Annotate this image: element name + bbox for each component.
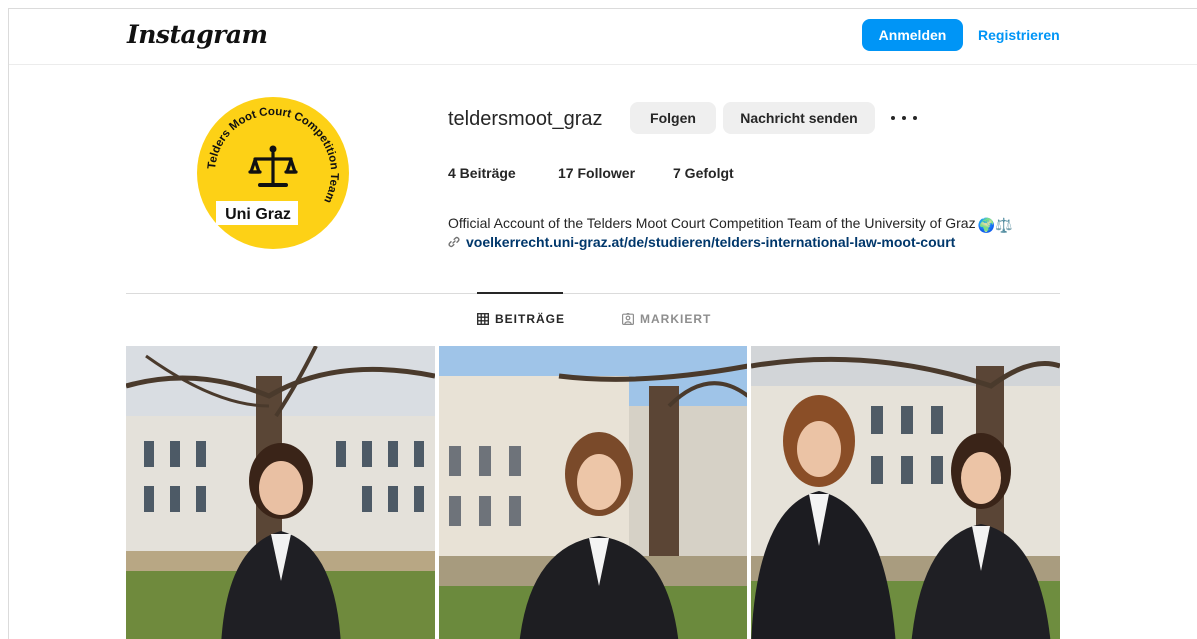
bio-text: Official Account of the Telders Moot Cou…: [448, 215, 976, 231]
active-tab-indicator: [477, 292, 563, 294]
login-button[interactable]: Anmelden: [862, 19, 963, 51]
grid-icon: [477, 313, 489, 325]
profile-bio: Official Account of the Telders Moot Cou…: [448, 215, 1012, 234]
tab-tagged-label: MARKIERT: [640, 312, 712, 326]
globe-scales-emoji: 🌍⚖️: [977, 217, 1013, 233]
post-image-1: [126, 346, 435, 639]
link-icon: [448, 236, 460, 248]
following-count[interactable]: 7 Gefolgt: [673, 165, 793, 181]
posts-count: 4 Beiträge: [448, 165, 516, 181]
instagram-logo[interactable]: Instagram: [127, 20, 268, 49]
tab-posts[interactable]: BEITRÄGE: [477, 312, 565, 326]
profile-link-text: voelkerrecht.uni-graz.at/de/studieren/te…: [466, 234, 956, 250]
post-thumbnail-3[interactable]: [751, 346, 1061, 639]
tabs-divider: [126, 293, 1060, 294]
top-navigation: Instagram Anmelden Registrieren: [9, 9, 1197, 65]
post-thumbnail-2[interactable]: [438, 346, 748, 639]
tagged-user-icon: [622, 313, 634, 325]
followers-count[interactable]: 17 Follower: [558, 165, 673, 181]
profile-stats: 4 Beiträge 17 Follower 7 Gefolgt: [448, 165, 793, 181]
follow-button[interactable]: Folgen: [630, 102, 716, 134]
post-thumbnail-1[interactable]: [126, 346, 435, 639]
send-message-button[interactable]: Nachricht senden: [723, 102, 875, 134]
profile-username: teldersmoot_graz: [448, 108, 603, 130]
tab-posts-label: BEITRÄGE: [495, 312, 566, 326]
more-options-icon[interactable]: [891, 109, 917, 127]
tab-tagged[interactable]: MARKIERT: [622, 312, 711, 326]
profile-link[interactable]: voelkerrecht.uni-graz.at/de/studieren/te…: [448, 234, 955, 250]
browser-frame: Instagram Anmelden Registrieren Telders …: [8, 8, 1197, 639]
register-link[interactable]: Registrieren: [978, 27, 1060, 43]
avatar-badge-text: Uni Graz: [225, 206, 291, 223]
posts-grid: [126, 346, 1061, 639]
post-image-3: [751, 346, 1061, 639]
post-image-2: [438, 346, 748, 639]
profile-avatar[interactable]: Telders Moot Court Competition Team Uni …: [196, 96, 350, 250]
